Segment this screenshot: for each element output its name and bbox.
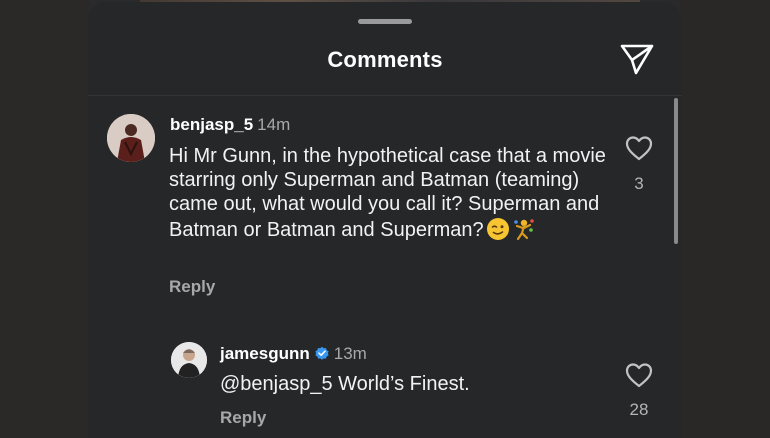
avatar[interactable] xyxy=(171,342,207,378)
reply-button[interactable]: Reply xyxy=(169,277,215,297)
sheet-title: Comments xyxy=(327,47,443,72)
avatar[interactable] xyxy=(107,114,155,162)
comment-text: @benjasp_5 World’s Finest. xyxy=(220,373,470,395)
like-count: 3 xyxy=(634,174,644,193)
reply-button[interactable]: Reply xyxy=(220,408,266,428)
like-count: 28 xyxy=(629,400,649,419)
comment-username[interactable]: jamesgunn xyxy=(220,344,310,363)
comment-text: Hi Mr Gunn, in the hypothetical case tha… xyxy=(169,145,606,241)
avatar-image xyxy=(171,342,207,378)
scrollbar[interactable] xyxy=(674,98,678,244)
share-button[interactable] xyxy=(619,42,655,76)
paper-plane-icon xyxy=(620,44,654,75)
comment-timestamp: 13m xyxy=(333,344,367,363)
like-button[interactable] xyxy=(624,361,654,389)
heart-outline-icon xyxy=(625,136,653,161)
avatar-image xyxy=(107,114,155,162)
heart-outline-icon xyxy=(625,363,653,388)
comment-meta: benjasp_5 14m xyxy=(170,115,290,135)
background-left xyxy=(0,0,90,438)
person-juggling-emoji xyxy=(513,218,534,240)
comment-meta: jamesgunn 13m xyxy=(220,344,367,364)
comment-timestamp: 14m xyxy=(257,115,291,134)
verified-badge-icon xyxy=(315,346,329,360)
comment-username[interactable]: benjasp_5 xyxy=(170,115,253,134)
comments-sheet: Comments benjasp_5 14m Hi Mr Gunn, in the… xyxy=(88,2,682,438)
winking-face-emoji xyxy=(486,217,509,240)
header-divider xyxy=(88,95,682,96)
like-button[interactable] xyxy=(624,134,654,162)
sheet-grabber-handle[interactable] xyxy=(358,19,412,24)
background-right xyxy=(680,0,770,438)
